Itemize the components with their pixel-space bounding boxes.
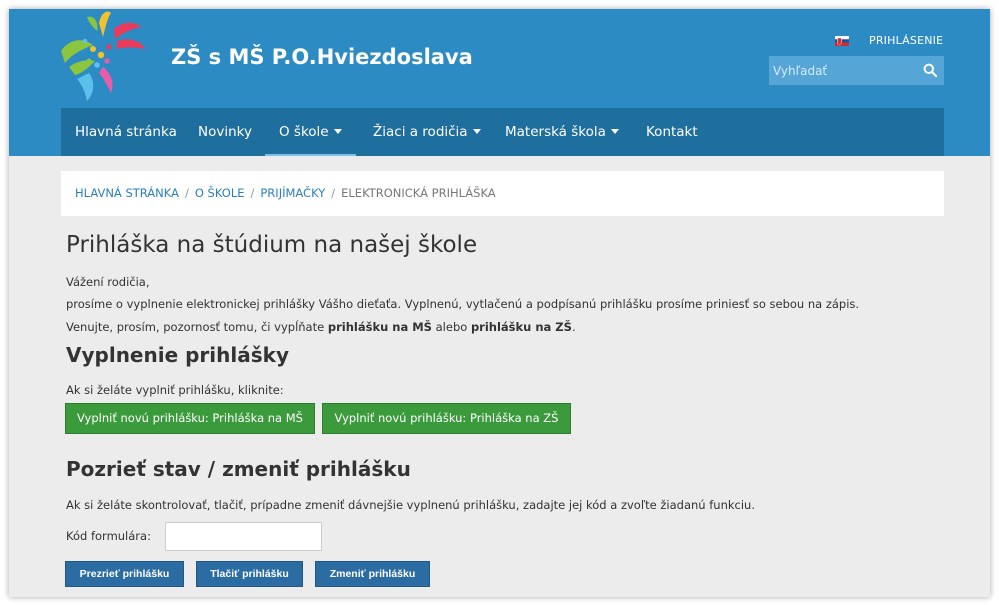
search-icon[interactable] [923,63,937,77]
breadcrumb-separator: / [331,186,336,200]
nav-item-label: Žiaci a rodičia [373,124,468,140]
nav-item-home[interactable]: Hlavná stránka [75,108,177,156]
fill-form-text: Ak si želáte vyplniť prihlášku, kliknite… [66,383,284,397]
print-application-button[interactable]: Tlačiť prihlášku [196,561,303,587]
status-text: Ak si želáte skontrolovať, tlačiť, prípa… [66,498,755,512]
breadcrumb: HLAVNÁ STRÁNKA / O ŠKOLE / PRIJÍMAČKY / ELEKTR… [61,171,944,216]
breadcrumb-link-about-school[interactable]: O ŠKOLE [195,186,245,200]
intro-notice-text: . [571,320,576,334]
breadcrumb-link-admissions[interactable]: PRIJÍMAČKY [260,186,325,200]
breadcrumb-separator: / [184,186,189,200]
nav-item-label: O škole [279,124,329,140]
fill-ms-application-button[interactable]: Vyplniť novú prihlášku: Prihláška na MŠ [65,403,315,434]
intro-notice-text: alebo [431,320,471,334]
breadcrumb-link-home[interactable]: HLAVNÁ STRÁNKA [75,186,179,200]
breadcrumb-separator: / [250,186,255,200]
nav-item-label: Hlavná stránka [75,124,177,140]
nav-item-label: Kontakt [646,124,698,140]
form-code-input[interactable] [165,522,322,551]
caret-down-icon [472,128,481,134]
caret-down-icon [610,128,619,134]
caret-down-icon [333,128,342,134]
view-application-button[interactable]: Prezrieť prihlášku [65,561,184,587]
nav-item-kindergarten[interactable]: Materská škola [505,108,619,156]
search-input[interactable] [769,56,919,85]
form-code-label: Kód formulára: [66,529,151,543]
nav-item-about-school[interactable]: O škole [265,108,356,156]
nav-item-news[interactable]: Novinky [198,108,252,156]
school-logo-icon[interactable] [59,11,159,103]
intro-instructions: prosíme o vyplnenie elektronickej prihlá… [66,297,860,311]
nav-item-label: Novinky [198,124,252,140]
slovak-flag-icon[interactable] [835,36,849,46]
login-link[interactable]: PRIHLÁSENIE [869,34,943,47]
main-navigation: Hlavná stránka Novinky O škole Žiaci a r… [61,108,944,156]
intro-greeting: Vážení rodičia, [66,275,150,289]
status-heading: Pozrieť stav / zmeniť prihlášku [66,457,411,481]
browser-viewport: ZŠ s MŠ P.O.Hviezdoslava PRIHLÁSENIE Hla… [9,9,990,597]
fill-zs-application-button[interactable]: Vyplniť novú prihlášku: Prihláška na ZŠ [322,403,571,434]
nav-item-students-parents[interactable]: Žiaci a rodičia [373,108,481,156]
nav-item-contact[interactable]: Kontakt [646,108,698,156]
change-application-button[interactable]: Zmeniť prihlášku [315,561,430,587]
intro-notice-zs: prihlášku na ZŠ [470,320,572,334]
site-title[interactable]: ZŠ s MŠ P.O.Hviezdoslava [171,45,473,69]
page-title: Prihláška na štúdium na našej škole [66,232,478,258]
nav-item-label: Materská škola [505,124,606,140]
breadcrumb-current: ELEKTRONICKÁ PRIHLÁŠKA [341,186,496,200]
search-box [769,56,944,85]
fill-form-heading: Vyplnenie prihlášky [66,343,289,367]
intro-notice-text: Venujte, prosím, pozornosť tomu, či vypĺ… [66,320,328,334]
site-header: ZŠ s MŠ P.O.Hviezdoslava PRIHLÁSENIE Hla… [9,9,990,156]
intro-notice: Venujte, prosím, pozornosť tomu, či vypĺ… [66,320,576,334]
intro-notice-ms: prihlášku na MŠ [327,320,432,334]
